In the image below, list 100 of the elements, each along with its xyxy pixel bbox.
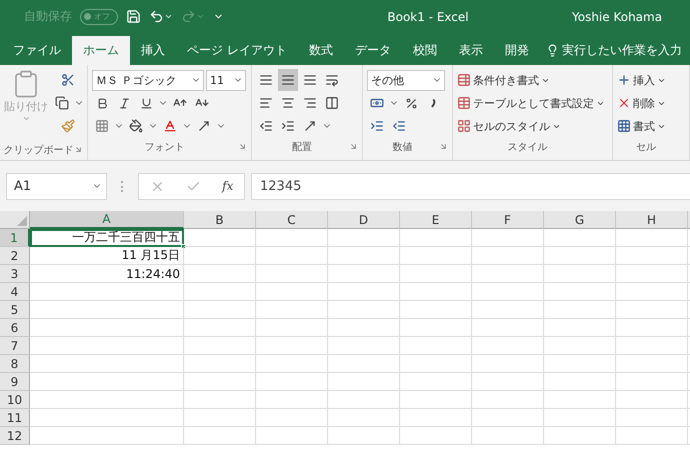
group-label: 配置 bbox=[292, 140, 312, 154]
empty-cell bbox=[328, 319, 400, 337]
empty-cell bbox=[328, 373, 400, 391]
column-header[interactable]: C bbox=[256, 211, 328, 229]
empty-cell bbox=[256, 355, 328, 373]
caret-icon bbox=[22, 114, 30, 123]
styles-menu-button[interactable]: テーブルとして書式設定 bbox=[457, 92, 605, 114]
column-header[interactable]: B bbox=[184, 211, 256, 229]
empty-cell bbox=[400, 409, 472, 427]
dialog-launcher-icon[interactable] bbox=[439, 142, 448, 151]
empty-cell bbox=[472, 373, 544, 391]
empty-cell bbox=[544, 355, 616, 373]
empty-cell bbox=[616, 355, 688, 373]
ribbon-tab[interactable]: 校閲 bbox=[402, 36, 448, 65]
empty-cell bbox=[184, 355, 256, 373]
row-header[interactable]: 1 bbox=[0, 229, 30, 247]
row-header[interactable]: 5 bbox=[0, 301, 30, 319]
empty-cell bbox=[544, 409, 616, 427]
column-header[interactable]: D bbox=[328, 211, 400, 229]
row-header[interactable]: 7 bbox=[0, 337, 30, 355]
empty-cell bbox=[400, 391, 472, 409]
empty-cell bbox=[184, 283, 256, 301]
empty-cell bbox=[184, 427, 256, 445]
ribbon-tab[interactable]: 表示 bbox=[448, 36, 494, 65]
user-name[interactable]: Yoshie Kohama bbox=[572, 10, 682, 24]
column-header[interactable]: A bbox=[30, 211, 184, 229]
ribbon-tab[interactable]: ページ レイアウト bbox=[176, 36, 298, 65]
cell-action-icon bbox=[617, 119, 631, 133]
column-header[interactable]: H bbox=[616, 211, 688, 229]
styles-menu-button[interactable]: セルのスタイル bbox=[457, 115, 561, 137]
empty-cell bbox=[544, 229, 616, 247]
empty-cell bbox=[184, 337, 256, 355]
row-header[interactable]: 4 bbox=[0, 283, 30, 301]
ribbon-tab[interactable]: ホーム bbox=[72, 36, 130, 65]
empty-cell bbox=[256, 247, 328, 265]
empty-cell bbox=[400, 301, 472, 319]
cell-action-icon bbox=[617, 73, 631, 87]
row-header[interactable]: 3 bbox=[0, 265, 30, 283]
empty-cell bbox=[544, 319, 616, 337]
empty-cell bbox=[544, 373, 616, 391]
row-header[interactable]: 12 bbox=[0, 427, 30, 445]
table-style-icon bbox=[457, 96, 471, 110]
table-cell: 11:24:40 bbox=[30, 265, 184, 283]
row-header[interactable]: 10 bbox=[0, 391, 30, 409]
empty-cell bbox=[544, 265, 616, 283]
insert-function-button[interactable]: fx bbox=[222, 179, 234, 193]
dialog-launcher-icon[interactable] bbox=[74, 145, 83, 154]
empty-cell bbox=[472, 427, 544, 445]
row-header[interactable]: 11 bbox=[0, 409, 30, 427]
column-header[interactable]: G bbox=[544, 211, 616, 229]
ribbon-tab[interactable]: ファイル bbox=[2, 36, 72, 65]
cells-menu-button[interactable]: 書式 bbox=[617, 115, 666, 137]
empty-cell bbox=[400, 229, 472, 247]
formula-input[interactable]: 12345 bbox=[251, 172, 690, 200]
empty-cell bbox=[184, 391, 256, 409]
tell-me-search[interactable]: 実行したい作業を入力 bbox=[540, 36, 682, 65]
row-header[interactable]: 2 bbox=[0, 247, 30, 265]
empty-cell bbox=[400, 319, 472, 337]
empty-cell bbox=[400, 373, 472, 391]
undo-icon[interactable] bbox=[149, 9, 173, 24]
cells-menu-button[interactable]: 挿入 bbox=[617, 69, 666, 91]
empty-cell bbox=[400, 247, 472, 265]
number-format-select[interactable]: その他 bbox=[367, 70, 445, 90]
empty-cell bbox=[400, 355, 472, 373]
column-header[interactable]: F bbox=[472, 211, 544, 229]
empty-cell bbox=[256, 301, 328, 319]
fill-handle[interactable] bbox=[181, 244, 186, 249]
ribbon-tab[interactable]: 開発 bbox=[494, 36, 540, 65]
dialog-launcher-icon[interactable] bbox=[349, 142, 358, 151]
group-label: クリップボード bbox=[4, 144, 74, 157]
empty-cell bbox=[184, 229, 256, 247]
column-header[interactable]: E bbox=[400, 211, 472, 229]
name-box[interactable]: A1 bbox=[6, 172, 107, 200]
empty-cell bbox=[472, 409, 544, 427]
empty-cell bbox=[328, 247, 400, 265]
row-header[interactable]: 9 bbox=[0, 373, 30, 391]
row-header[interactable]: 6 bbox=[0, 319, 30, 337]
empty-cell bbox=[256, 409, 328, 427]
empty-cell bbox=[472, 229, 544, 247]
middle-align-icon[interactable] bbox=[278, 69, 298, 91]
table-cell: 11 月15日 bbox=[30, 247, 184, 265]
ribbon-tab[interactable]: 挿入 bbox=[130, 36, 176, 65]
group-label: フォント bbox=[144, 141, 184, 154]
styles-menu-button[interactable]: 条件付き書式 bbox=[457, 69, 550, 91]
ribbon-tab[interactable]: 数式 bbox=[298, 36, 344, 65]
lightbulb-icon bbox=[546, 44, 559, 57]
row-header[interactable]: 8 bbox=[0, 355, 30, 373]
group-label: スタイル bbox=[508, 141, 548, 154]
ribbon-tab[interactable]: データ bbox=[344, 36, 402, 65]
save-icon[interactable] bbox=[126, 9, 141, 24]
cells-menu-button[interactable]: 削除 bbox=[617, 92, 666, 114]
empty-cell bbox=[616, 427, 688, 445]
dialog-launcher-icon[interactable] bbox=[238, 142, 247, 151]
font-size-select[interactable]: 11 bbox=[206, 70, 246, 90]
empty-cell bbox=[616, 229, 688, 247]
empty-cell bbox=[328, 283, 400, 301]
empty-cell bbox=[184, 319, 256, 337]
empty-cell bbox=[184, 301, 256, 319]
autosave-label: 自動保存 bbox=[24, 8, 72, 25]
font-name-select[interactable]: ＭＳ Ｐゴシック bbox=[92, 70, 204, 90]
